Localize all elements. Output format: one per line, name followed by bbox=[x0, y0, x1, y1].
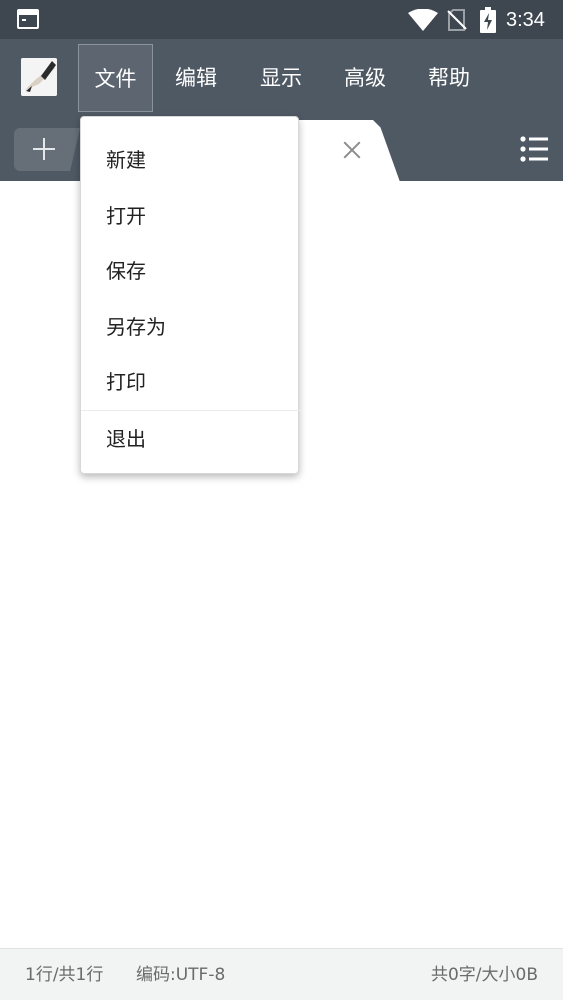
battery-charging-icon bbox=[480, 7, 496, 33]
menu-edit[interactable]: 编辑 bbox=[160, 44, 232, 112]
menu-item-save-as[interactable]: 另存为 bbox=[81, 299, 300, 355]
wifi-icon bbox=[408, 9, 438, 31]
line-count: 1行/共1行 bbox=[25, 965, 104, 985]
status-bar: 3:34 bbox=[0, 0, 563, 39]
char-size-count: 共0字/大小0B bbox=[430, 965, 538, 985]
menu-item-exit[interactable]: 退出 bbox=[81, 411, 300, 467]
menu-file[interactable]: 文件 bbox=[78, 44, 153, 112]
file-menu-dropdown: 新建 打开 保存 另存为 打印 退出 bbox=[80, 116, 300, 474]
menu-item-open[interactable]: 打开 bbox=[81, 188, 300, 244]
plus-icon[interactable] bbox=[14, 128, 80, 171]
menu-item-save[interactable]: 保存 bbox=[81, 243, 300, 299]
editor-status-bar: 1行/共1行 编码:UTF-8 共0字/大小0B bbox=[0, 948, 563, 1000]
list-icon[interactable] bbox=[520, 136, 548, 162]
no-sim-icon bbox=[447, 9, 467, 31]
menu-item-print[interactable]: 打印 bbox=[81, 354, 300, 410]
terminal-icon bbox=[17, 9, 39, 29]
encoding-label[interactable]: 编码:UTF-8 bbox=[136, 949, 225, 1000]
menu-view[interactable]: 显示 bbox=[245, 44, 317, 112]
menu-help[interactable]: 帮助 bbox=[413, 44, 485, 112]
close-icon[interactable] bbox=[341, 139, 363, 161]
menu-advanced[interactable]: 高级 bbox=[329, 44, 401, 112]
clock: 3:34 bbox=[506, 9, 545, 31]
menu-item-new[interactable]: 新建 bbox=[81, 132, 300, 188]
notepad-pen-icon[interactable] bbox=[21, 58, 57, 96]
